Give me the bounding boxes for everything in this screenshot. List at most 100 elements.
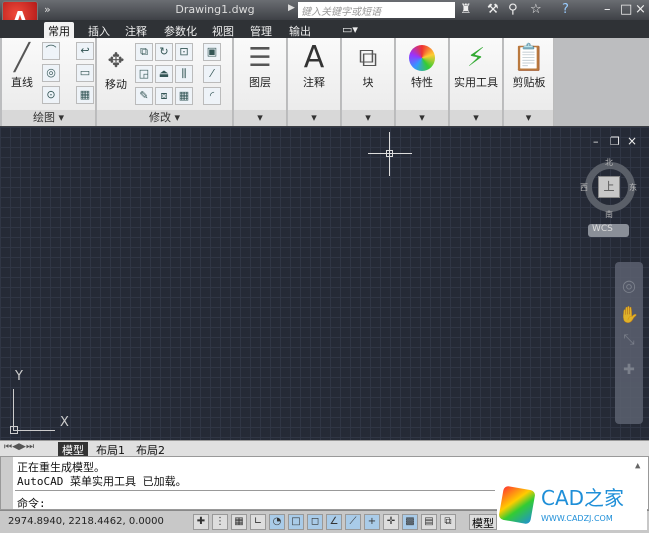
ribbon: ╱ 直线 ⌒ ◎ ⊙ ↩ ▭ ▦ 绘图 ▾ ✥ 移动 ⧉ ↻ ⊡ ▣ ◲ ⏏ ⫼…	[0, 38, 649, 126]
command-grip[interactable]	[1, 457, 13, 509]
transparency-icon[interactable]: ▩	[402, 514, 418, 530]
close-icon[interactable]: ×	[635, 2, 646, 17]
viewcube-top[interactable]: 上	[598, 176, 620, 198]
panel-draw-title[interactable]: 绘图 ▾	[2, 110, 95, 126]
search-input[interactable]: 键入关键字或短语	[298, 2, 455, 18]
compass-east[interactable]: 东	[629, 182, 637, 193]
binoculars-icon[interactable]: ♜	[460, 2, 472, 17]
panel-properties[interactable]: 特性 ▾	[396, 38, 449, 126]
mirror-icon[interactable]: ⫼	[175, 65, 193, 83]
wcs-menu[interactable]: WCS	[588, 224, 629, 237]
panel-layers-expand[interactable]: ▾	[234, 110, 286, 126]
circle-icon[interactable]: ◎	[42, 64, 60, 82]
help-icon[interactable]: ?	[562, 2, 569, 17]
3d-osnap-icon[interactable]: ◻	[307, 514, 323, 530]
zoom-icon[interactable]: ⤡	[615, 332, 643, 348]
viewport-minimize-icon[interactable]: –	[593, 135, 599, 148]
steering-wheel-icon[interactable]: ◎	[615, 276, 643, 295]
block-label: 块	[362, 76, 374, 89]
satellite-icon[interactable]: ⚲	[508, 2, 518, 17]
quick-properties-icon[interactable]: ▤	[421, 514, 437, 530]
model-space-button[interactable]: 模型	[469, 514, 497, 530]
panel-clipboard-expand[interactable]: ▾	[504, 110, 553, 126]
panel-annotation[interactable]: A 注释 ▾	[288, 38, 341, 126]
polyline-icon[interactable]: ⌒	[42, 42, 60, 60]
ducs-icon[interactable]: ⟋	[345, 514, 361, 530]
break-icon[interactable]: ⁄	[203, 65, 221, 83]
line-button[interactable]: ╱ 直线	[4, 42, 40, 90]
quick-access-icon[interactable]: »	[44, 3, 51, 16]
ortho-icon[interactable]: ∟	[250, 514, 266, 530]
command-input[interactable]: 命令:	[17, 495, 46, 511]
lineweight-icon[interactable]: ✛	[383, 514, 399, 530]
maximize-icon[interactable]: □	[620, 2, 632, 17]
infer-constraints-icon[interactable]: ✚	[193, 514, 209, 530]
chamfer-icon[interactable]: ◜	[203, 87, 221, 105]
text-icon: A	[303, 40, 325, 75]
layers-icon: ☰	[248, 43, 272, 73]
move-button[interactable]: ✥ 移动	[99, 44, 133, 92]
tab-view[interactable]: 视图	[208, 22, 238, 38]
otrack-icon[interactable]: ∠	[326, 514, 342, 530]
panel-modify-title[interactable]: 修改 ▾	[97, 110, 232, 126]
compass-south[interactable]: 南	[605, 209, 613, 220]
color-wheel-icon	[409, 45, 435, 71]
hatch-icon[interactable]: ▦	[76, 86, 94, 104]
panel-block-expand[interactable]: ▾	[342, 110, 394, 126]
dyn-icon[interactable]: +	[364, 514, 380, 530]
move-label: 移动	[105, 78, 127, 91]
grid-icon[interactable]: ▦	[231, 514, 247, 530]
compass-west[interactable]: 西	[580, 182, 588, 193]
stretch-icon[interactable]: ⏏	[155, 65, 173, 83]
rectangle-icon[interactable]: ▭	[76, 64, 94, 82]
scale-icon[interactable]: ◲	[135, 65, 153, 83]
tab-home[interactable]: 常用	[44, 22, 74, 38]
selection-cycling-icon[interactable]: ⧉	[440, 514, 456, 530]
panel-utilities[interactable]: ⚡ 实用工具 ▾	[450, 38, 503, 126]
viewport-close-icon[interactable]: ×	[627, 134, 637, 148]
coordinates-readout[interactable]: 2974.8940, 2218.4462, 0.0000	[8, 516, 164, 527]
offset-icon[interactable]: ▣	[203, 43, 221, 61]
extra-tab-dropdown-icon[interactable]: ▭▾	[338, 22, 362, 38]
polar-icon[interactable]: ◔	[269, 514, 285, 530]
panel-layers[interactable]: ☰ 图层 ▾	[234, 38, 287, 126]
panel-block[interactable]: ⧉ 块 ▾	[342, 38, 395, 126]
compass-north[interactable]: 北	[605, 157, 613, 168]
tab-annotate[interactable]: 注释	[121, 22, 151, 38]
ucs-x-label: X	[60, 415, 69, 430]
ellipse-icon[interactable]: ⊙	[42, 86, 60, 104]
copy-icon[interactable]: ⧉	[135, 43, 153, 61]
tab-insert[interactable]: 插入	[84, 22, 114, 38]
tab-layout1[interactable]: 布局1	[92, 442, 129, 457]
undo-arc-icon[interactable]: ↩	[76, 42, 94, 60]
snap-icon[interactable]: ⋮	[212, 514, 228, 530]
panel-draw: ╱ 直线 ⌒ ◎ ⊙ ↩ ▭ ▦ 绘图 ▾	[2, 38, 96, 126]
tab-manage[interactable]: 管理	[246, 22, 276, 38]
panel-annotation-expand[interactable]: ▾	[288, 110, 340, 126]
panel-clipboard[interactable]: 📋 剪贴板 ▾	[504, 38, 554, 126]
array-icon[interactable]: ▦	[175, 87, 193, 105]
expand-arrow-icon[interactable]: ▶	[288, 3, 295, 13]
wrench-icon[interactable]: ⚒	[487, 2, 499, 17]
tab-parametric[interactable]: 参数化	[160, 22, 201, 38]
tab-model[interactable]: 模型	[58, 442, 88, 457]
minimize-icon[interactable]: –	[604, 2, 611, 17]
panel-properties-expand[interactable]: ▾	[396, 110, 448, 126]
orbit-icon[interactable]: ✚	[615, 362, 643, 378]
command-divider	[15, 490, 495, 491]
star-icon[interactable]: ☆	[530, 2, 542, 17]
layout-nav-arrows-icon[interactable]: ⏮◀▶⏭	[4, 442, 34, 452]
drawing-canvas[interactable]: – ❐ × 上 北 南 东 西 WCS ◎ ✋ ⤡ ✚ Y X	[0, 127, 649, 440]
trim-icon[interactable]: ⊡	[175, 43, 193, 61]
array-3d-icon[interactable]: ⧈	[155, 87, 173, 105]
osnap-icon[interactable]: □	[288, 514, 304, 530]
panel-utilities-expand[interactable]: ▾	[450, 110, 502, 126]
rotate-icon[interactable]: ↻	[155, 43, 173, 61]
tab-layout2[interactable]: 布局2	[132, 442, 169, 457]
tab-output[interactable]: 输出	[285, 22, 315, 38]
navigation-bar: ◎ ✋ ⤡ ✚	[615, 262, 643, 424]
viewport-restore-icon[interactable]: ❐	[610, 135, 620, 148]
fillet-icon[interactable]: ✎	[135, 87, 153, 105]
pan-icon[interactable]: ✋	[615, 305, 643, 324]
scroll-up-icon[interactable]: ▲	[635, 461, 640, 471]
